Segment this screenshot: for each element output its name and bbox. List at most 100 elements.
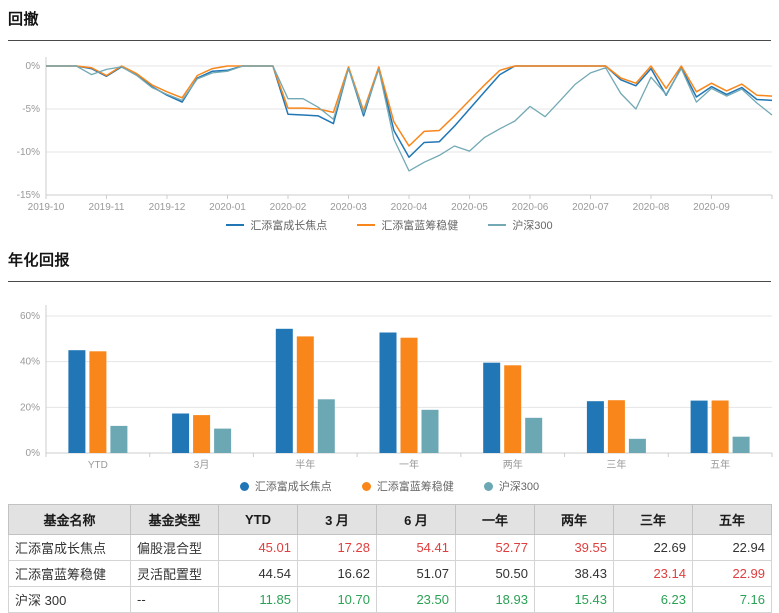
axis-tick-label: -15%	[17, 190, 40, 201]
return-value-cell: 45.01	[218, 534, 298, 561]
axis-tick-label: 0%	[26, 61, 41, 72]
bar-汇添富成长焦点-五年[interactable]	[690, 400, 708, 453]
return-value-cell: 17.28	[297, 534, 377, 561]
axis-tick-label: -10%	[17, 147, 40, 158]
legend-label: 汇添富成长焦点	[254, 481, 332, 493]
axis-tick-label: 2019-11	[89, 202, 125, 211]
line-series-0[interactable]	[46, 65, 773, 158]
bar-汇添富蓝筹稳健-3月[interactable]	[193, 415, 211, 453]
axis-tick-label: 两年	[503, 458, 523, 471]
table-header-cell: 3 月	[297, 504, 377, 535]
bar-汇添富蓝筹稳健-一年[interactable]	[400, 337, 418, 453]
return-value-cell: 22.94	[692, 534, 772, 561]
return-value-cell: 7.16	[692, 586, 772, 613]
return-value-cell: 44.54	[218, 560, 298, 587]
table-header-cell: 基金名称	[8, 504, 131, 535]
legend-dot-swatch-icon	[361, 481, 371, 491]
fund-name-cell: 汇添富成长焦点	[8, 534, 131, 561]
return-value-cell: 16.62	[297, 560, 377, 587]
return-value-cell: 38.43	[534, 560, 614, 587]
legend-item-2[interactable]: 沪深300	[488, 217, 553, 233]
bar-汇添富成长焦点-YTD[interactable]	[68, 350, 86, 453]
return-value-cell: 51.07	[376, 560, 456, 587]
legend-item-0[interactable]: 汇添富成长焦点	[239, 478, 332, 494]
bar-汇添富蓝筹稳健-五年[interactable]	[711, 400, 729, 454]
bar-汇添富成长焦点-三年[interactable]	[586, 401, 604, 453]
fund-type-cell: 灵活配置型	[130, 560, 219, 587]
legend-label: 沪深300	[512, 220, 553, 232]
return-value-cell: 22.69	[613, 534, 693, 561]
return-value-cell: 10.70	[297, 586, 377, 613]
bar-沪深300-一年[interactable]	[421, 409, 439, 453]
axis-tick-label: 五年	[710, 458, 730, 471]
table-row: 汇添富蓝筹稳健 灵活配置型 44.54 16.62 51.07 50.50 38.43 23.…	[8, 560, 772, 587]
bar-汇添富成长焦点-3月[interactable]	[172, 413, 190, 454]
bar-沪深300-五年[interactable]	[732, 436, 750, 453]
table-header-cell: 基金类型	[130, 504, 219, 535]
drawdown-chart-legend: 汇添富成长焦点 汇添富蓝筹稳健 沪深300	[0, 217, 779, 233]
axis-tick-label: 2020-03	[330, 202, 367, 211]
bar-沪深300-三年[interactable]	[628, 438, 646, 453]
return-value-cell: 52.77	[455, 534, 535, 561]
legend-item-1[interactable]: 汇添富蓝筹稳健	[361, 478, 454, 494]
drawdown-section-title: 回撤	[8, 11, 40, 28]
line-series-1[interactable]	[46, 65, 773, 147]
bar-汇添富蓝筹稳健-YTD[interactable]	[89, 351, 107, 453]
return-value-cell: 39.55	[534, 534, 614, 561]
legend-item-2[interactable]: 沪深300	[483, 478, 540, 494]
legend-dot-swatch-icon	[483, 481, 493, 491]
table-header: 基金名称 基金类型 YTD 3 月6 月一年 两年 三年 五年	[8, 504, 772, 535]
bar-汇添富蓝筹稳健-两年[interactable]	[504, 365, 522, 453]
table-row: 沪深 300 -- 11.85 10.70 23.50 18.93 15.43 6.23 7.1…	[8, 586, 772, 613]
fund-type-cell: --	[130, 586, 219, 613]
bar-沪深300-3月[interactable]	[214, 428, 232, 453]
legend-line-swatch-icon	[488, 224, 507, 226]
axis-tick-label: 2020-09	[693, 202, 730, 211]
bar-汇添富成长焦点-一年[interactable]	[379, 332, 397, 454]
axis-tick-label: 2019-12	[149, 202, 186, 211]
legend-item-1[interactable]: 汇添富蓝筹稳健	[357, 217, 458, 233]
axis-tick-label: 2020-06	[512, 202, 549, 211]
bar-汇添富成长焦点-两年[interactable]	[483, 362, 501, 453]
table-header-cell: YTD	[218, 504, 298, 535]
fund-type-cell: 偏股混合型	[130, 534, 219, 561]
axis-tick-label: 2020-05	[451, 202, 488, 211]
axis-tick-label: 3月	[194, 459, 210, 471]
axis-tick-label: YTD	[88, 460, 108, 471]
axis-tick-label: 60%	[20, 311, 40, 322]
legend-label: 汇添富蓝筹稳健	[376, 481, 454, 493]
bar-汇添富蓝筹稳健-三年[interactable]	[607, 400, 625, 453]
bar-汇添富蓝筹稳健-半年[interactable]	[296, 336, 314, 453]
axis-tick-label: 0%	[26, 448, 41, 459]
drawdown-line-chart[interactable]: 0% -5% -10% -15%2019-10 2019-11 2019-12 2020-0…	[0, 41, 779, 211]
axis-tick-label: 40%	[20, 357, 40, 368]
axis-tick-label: 一年	[399, 458, 419, 471]
table-header-cell: 一年	[455, 504, 535, 535]
legend-label: 汇添富成长焦点	[250, 220, 328, 232]
table-row: 汇添富成长焦点 偏股混合型 45.01 17.28 54.41 52.77 39.55 22.…	[8, 534, 772, 561]
bar-沪深300-半年[interactable]	[317, 399, 335, 453]
axis-tick-label: 2020-01	[209, 202, 246, 211]
line-series-2[interactable]	[46, 65, 773, 172]
legend-label: 汇添富蓝筹稳健	[381, 220, 459, 232]
bar-沪深300-YTD[interactable]	[110, 425, 128, 453]
return-value-cell: 15.43	[534, 586, 614, 613]
axis-tick-label: -5%	[22, 104, 40, 115]
return-value-cell: 50.50	[455, 560, 535, 587]
table-header-cell: 6 月	[376, 504, 456, 535]
legend-item-0[interactable]: 汇添富成长焦点	[226, 217, 327, 233]
section-divider	[8, 281, 771, 282]
fund-name-cell: 汇添富蓝筹稳健	[8, 560, 131, 587]
legend-line-swatch-icon	[357, 224, 376, 226]
return-value-cell: 22.99	[692, 560, 772, 587]
return-value-cell: 11.85	[218, 586, 298, 613]
legend-label: 沪深300	[498, 481, 540, 493]
axis-tick-label: 2020-08	[633, 202, 670, 211]
bar-沪深300-两年[interactable]	[525, 417, 543, 453]
axis-tick-label: 半年	[295, 458, 315, 471]
bar-汇添富成长焦点-半年[interactable]	[275, 328, 293, 453]
table-header-cell: 五年	[692, 504, 772, 535]
axis-tick-label: 三年	[606, 458, 626, 471]
annualized-return-bar-chart[interactable]: 0% 20% 40% 60% YTD 3月 半年 一年 两年 三年 五年	[0, 290, 779, 476]
fund-name-cell: 沪深 300	[8, 586, 131, 613]
